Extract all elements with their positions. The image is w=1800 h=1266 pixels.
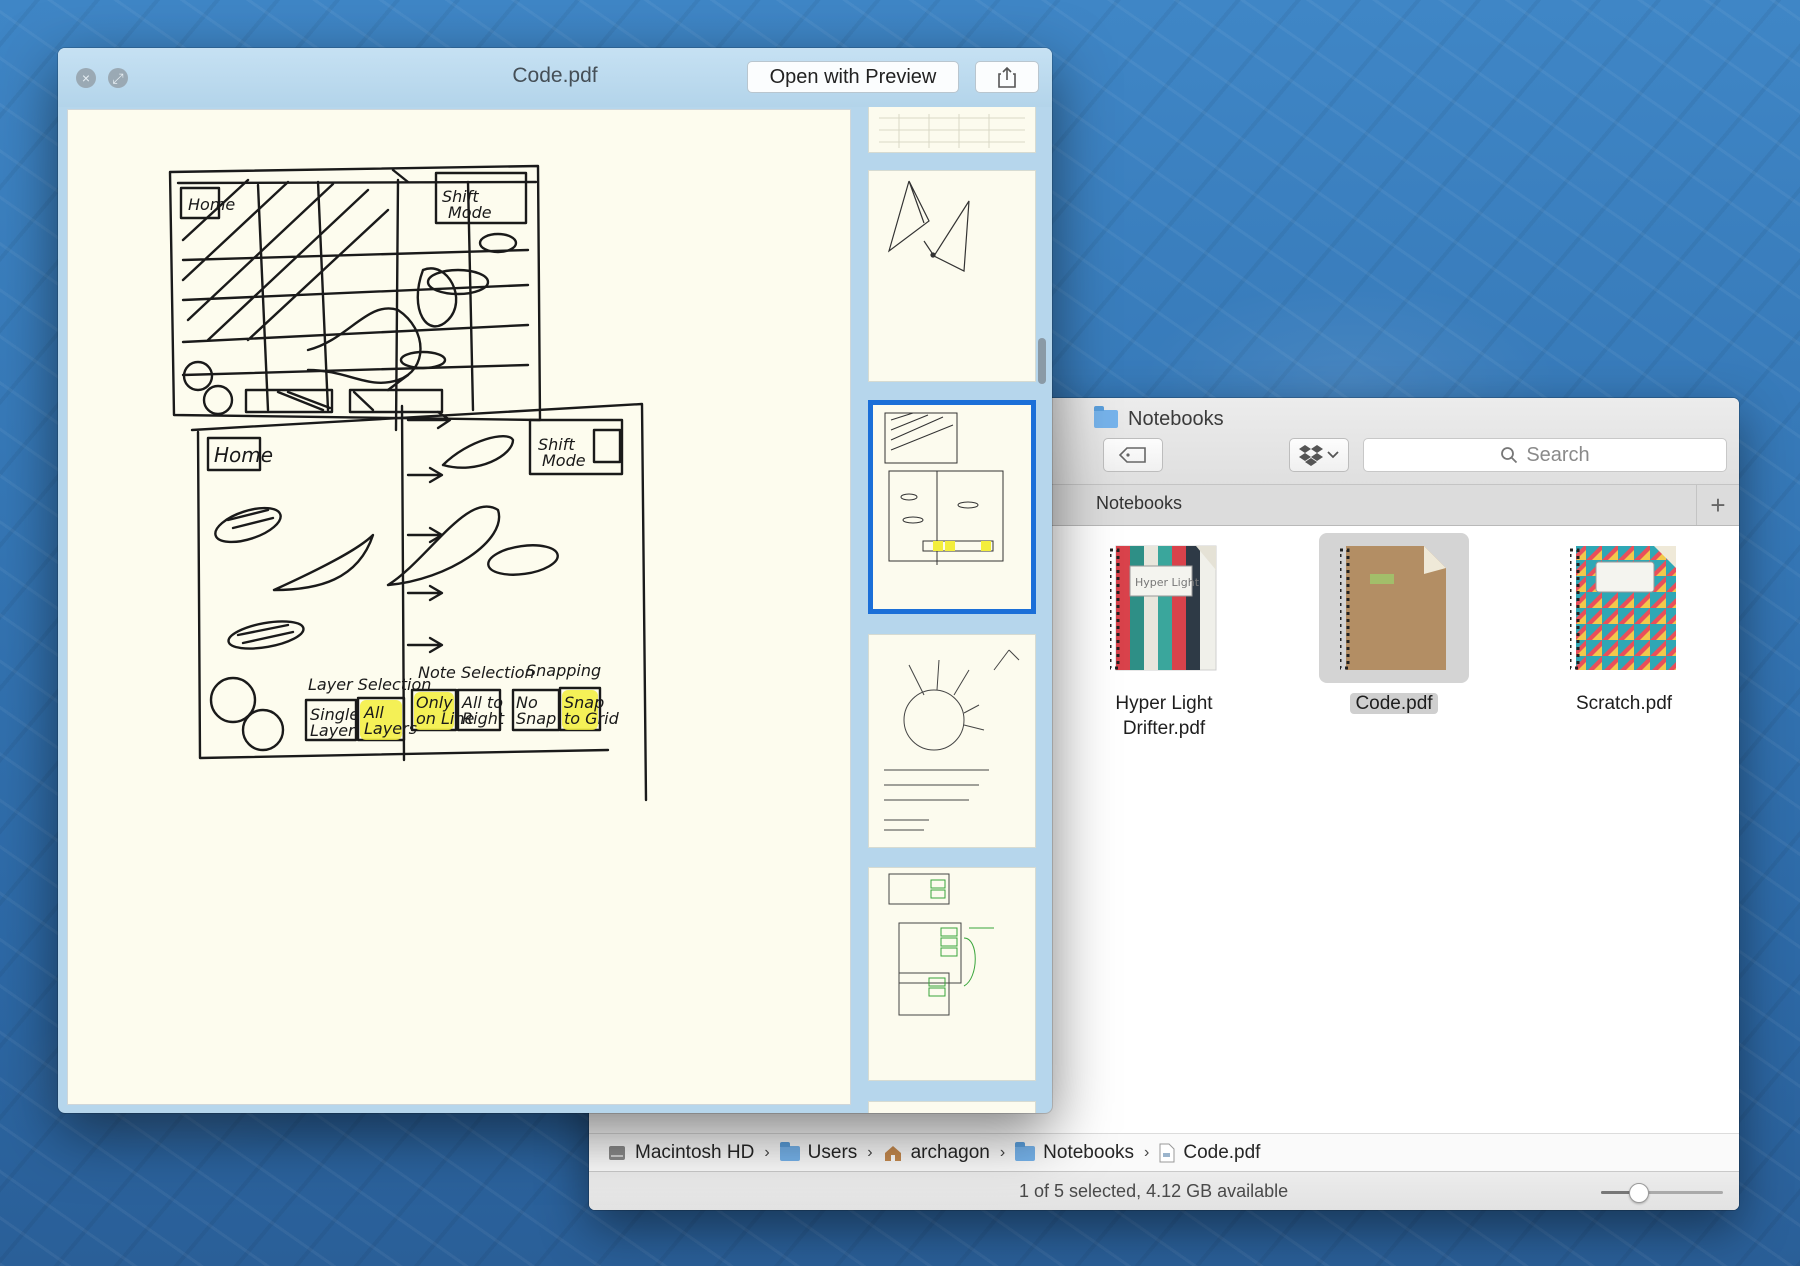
- svg-text:Layers: Layers: [364, 719, 417, 738]
- folder-icon: [779, 1141, 800, 1161]
- notebook-icon: [1340, 546, 1446, 670]
- finder-title-text: Notebooks: [1128, 407, 1224, 430]
- notebook-icon: Hyper Light: [1110, 545, 1217, 671]
- file-thumbnail: [1549, 533, 1699, 683]
- thumbnail-image: [879, 114, 1025, 148]
- svg-text:Mode: Mode: [448, 203, 492, 222]
- file-item-code-pdf[interactable]: Code.pdf: [1304, 533, 1484, 716]
- svg-text:Layer: Layer: [310, 721, 356, 740]
- page-thumbnail-2[interactable]: [868, 170, 1036, 382]
- svg-text:Layer Selection: Layer Selection: [308, 675, 431, 694]
- pdf-page-view[interactable]: Home Shift Mode Home Shift Mode Layer Se…: [67, 109, 851, 1105]
- svg-text:Mode: Mode: [542, 451, 586, 470]
- tab-notebooks[interactable]: Notebooks: [1096, 493, 1182, 514]
- svg-text:Right: Right: [462, 709, 505, 728]
- svg-text:Home: Home: [188, 195, 235, 214]
- sketch-drawing: Home Shift Mode Home Shift Mode Layer Se…: [168, 164, 648, 802]
- file-thumbnail-selected: [1319, 533, 1469, 683]
- tags-button[interactable]: [1103, 438, 1163, 472]
- status-bar: 1 of 5 selected, 4.12 GB available: [589, 1171, 1739, 1210]
- svg-text:Hyper Light: Hyper Light: [1135, 576, 1200, 589]
- chevron-right-icon: ›: [867, 1144, 873, 1161]
- chevron-down-icon: [1327, 451, 1339, 459]
- notebook-icon: [1570, 546, 1676, 670]
- pdf-file-icon: [1159, 1143, 1175, 1163]
- page-thumbnail-3[interactable]: [868, 400, 1036, 614]
- path-item-macintosh-hd[interactable]: Macintosh HD: [607, 1142, 754, 1164]
- search-icon: [1501, 447, 1518, 464]
- svg-text:Snap: Snap: [516, 709, 556, 728]
- file-item-scratch-pdf[interactable]: Scratch.pdf: [1534, 533, 1714, 716]
- finder-window-title: Notebooks: [1094, 404, 1224, 434]
- thumbnail-scrollbar[interactable]: [1038, 338, 1046, 384]
- path-item-users[interactable]: Users: [779, 1141, 857, 1164]
- hard-drive-icon: [609, 1146, 625, 1160]
- thumbnail-image: [888, 873, 994, 1016]
- svg-text:Note Selection: Note Selection: [418, 663, 535, 682]
- page-thumbnail-5[interactable]: [868, 867, 1036, 1081]
- quicklook-share-button[interactable]: [975, 61, 1039, 93]
- icon-size-slider[interactable]: [1601, 1183, 1723, 1203]
- thumbnail-image: [884, 412, 1004, 565]
- file-item-hyper-light-drifter[interactable]: Hyper Light Hyper Light Drifter.pdf: [1074, 533, 1254, 741]
- chevron-right-icon: ›: [764, 1144, 770, 1161]
- folder-icon: [1094, 406, 1118, 428]
- svg-text:Home: Home: [214, 443, 273, 467]
- search-input[interactable]: Search: [1363, 438, 1727, 472]
- svg-text:Snapping: Snapping: [526, 661, 601, 680]
- path-item-archagon[interactable]: archagon: [883, 1142, 990, 1164]
- search-placeholder: Search: [1526, 443, 1590, 466]
- chevron-right-icon: ›: [999, 1144, 1006, 1161]
- slider-knob[interactable]: [1628, 1183, 1649, 1203]
- add-tab-button[interactable]: +: [1696, 485, 1739, 525]
- chevron-right-icon: ›: [1144, 1144, 1150, 1161]
- thumbnail-sidebar: [859, 107, 1050, 1113]
- dropbox-button[interactable]: [1289, 438, 1349, 472]
- status-text: 1 of 5 selected, 4.12 GB available: [1019, 1181, 1289, 1201]
- svg-text:to Grid: to Grid: [564, 709, 620, 728]
- page-thumbnail-1[interactable]: [868, 107, 1036, 153]
- quicklook-titlebar: × ⤢ Code.pdf Open with Preview: [58, 48, 1052, 107]
- home-icon: [884, 1146, 901, 1161]
- page-thumbnail-6[interactable]: [868, 1101, 1036, 1113]
- thumbnail-image: [884, 649, 1020, 831]
- share-icon: [998, 66, 1016, 88]
- open-with-preview-button[interactable]: Open with Preview: [747, 61, 959, 93]
- tag-icon: [1118, 447, 1146, 463]
- path-item-code-pdf[interactable]: Code.pdf: [1159, 1142, 1260, 1164]
- quicklook-window: × ⤢ Code.pdf Open with Preview Home Shif…: [58, 48, 1052, 1113]
- path-bar: Macintosh HD › Users › archagon › Notebo…: [589, 1133, 1739, 1172]
- thumbnail-image: [887, 180, 970, 272]
- dropbox-icon: [1299, 445, 1323, 466]
- file-thumbnail: Hyper Light: [1089, 533, 1239, 683]
- folder-icon: [1015, 1141, 1036, 1161]
- file-name: Code.pdf: [1304, 691, 1484, 716]
- path-item-notebooks[interactable]: Notebooks: [1015, 1141, 1134, 1164]
- file-name: Scratch.pdf: [1575, 693, 1673, 714]
- file-name: Hyper Light Drifter.pdf: [1115, 693, 1213, 739]
- page-thumbnail-4[interactable]: [868, 634, 1036, 848]
